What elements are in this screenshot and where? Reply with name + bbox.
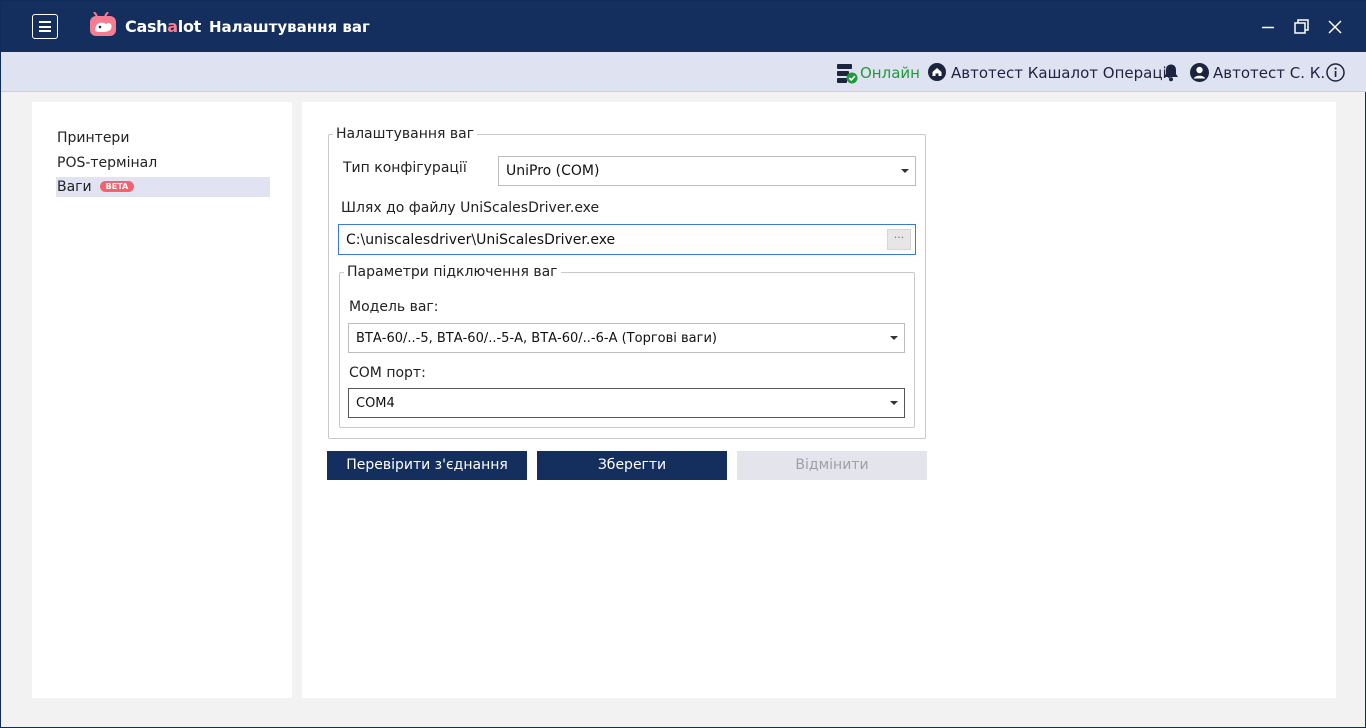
bell-icon[interactable] (1162, 63, 1180, 82)
save-button[interactable]: Зберегти (537, 451, 727, 480)
com-port-select[interactable]: COM4 (348, 388, 905, 418)
sidebar-item-label: Принтери (57, 130, 130, 146)
logo-icon (90, 12, 116, 36)
window-title: Налаштування ваг (209, 18, 370, 36)
driver-path-value: C:\uniscalesdriver\UniScalesDriver.exe (346, 231, 616, 248)
info-icon[interactable] (1326, 63, 1345, 82)
beta-badge: BETA (99, 181, 135, 192)
title-bar: Cashalot Налаштування ваг (1, 1, 1366, 52)
config-type-select[interactable]: UniPro (COM) (498, 156, 916, 186)
browse-button[interactable]: ··· (887, 229, 911, 250)
user-icon[interactable] (1190, 63, 1209, 82)
com-port-value: COM4 (356, 395, 395, 411)
sidebar-item-label: Ваги (57, 179, 92, 195)
minimize-icon[interactable] (1256, 15, 1280, 39)
sidebar-item-scales[interactable]: Ваги BETA (56, 177, 270, 197)
online-status: Онлайн (860, 64, 920, 82)
config-type-label: Тип конфігурації (343, 160, 467, 176)
config-type-value: UniPro (COM) (506, 163, 600, 179)
driver-path-input[interactable]: C:\uniscalesdriver\UniScalesDriver.exe ·… (338, 224, 916, 255)
chevron-down-icon (890, 336, 898, 340)
scale-model-value: ВТА-60/..-5, ВТА-60/..-5-А, ВТА-60/..-6-… (356, 330, 717, 346)
chevron-down-icon (890, 401, 898, 405)
organization-name[interactable]: Автотест Кашалот Операції (951, 64, 1171, 82)
close-icon[interactable] (1323, 15, 1347, 39)
com-port-label: COM порт: (349, 365, 426, 381)
sidebar-item-printers[interactable]: Принтери (56, 128, 270, 148)
group-title: Параметри підключення ваг (347, 264, 558, 280)
sidebar-item-label: POS-термінал (57, 155, 158, 171)
scale-model-select[interactable]: ВТА-60/..-5, ВТА-60/..-5-А, ВТА-60/..-6-… (348, 323, 905, 353)
cancel-button[interactable]: Відмінити (737, 451, 927, 480)
brand-name: Cashalot (125, 17, 201, 36)
check-connection-button[interactable]: Перевірити з'єднання (327, 451, 527, 480)
user-name[interactable]: Автотест С. К. (1213, 64, 1325, 82)
home-icon[interactable] (928, 63, 946, 81)
settings-sidebar: Принтери POS-термінал Ваги BETA (32, 102, 292, 698)
chevron-down-icon (901, 169, 909, 173)
scale-model-label: Модель ваг: (349, 299, 439, 315)
status-bar: Онлайн Автотест Кашалот Операції Автотес… (1, 52, 1366, 92)
restore-icon[interactable] (1289, 15, 1313, 39)
menu-icon[interactable] (32, 14, 58, 39)
path-label: Шлях до файлу UniScalesDriver.exe (341, 200, 600, 216)
group-title: Налаштування ваг (336, 126, 475, 142)
sidebar-item-pos-terminal[interactable]: POS-термінал (56, 153, 270, 173)
server-check-icon (837, 64, 858, 84)
